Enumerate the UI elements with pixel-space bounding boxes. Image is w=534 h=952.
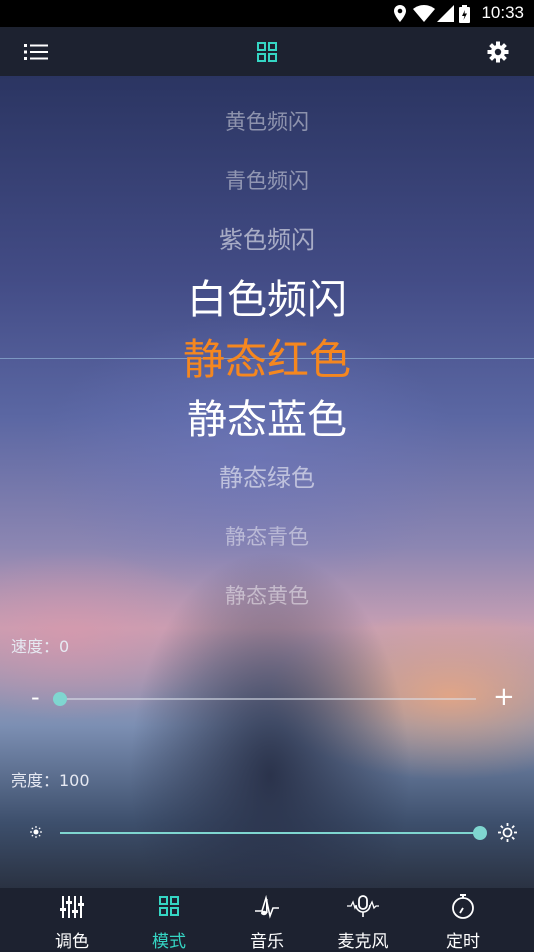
nav-item-mode[interactable]: 模式	[124, 888, 214, 952]
nav-item-music[interactable]: 音乐	[222, 888, 312, 952]
picker-item[interactable]: 静态绿色	[0, 463, 534, 493]
picker-item[interactable]: 黄色频闪	[0, 109, 534, 135]
brightness-high-icon	[498, 823, 517, 842]
status-time: 10:33	[481, 3, 524, 22]
nav-item-color[interactable]: 调色	[27, 888, 117, 952]
speed-minus-button[interactable]: -	[31, 683, 40, 711]
speed-track	[60, 698, 476, 700]
nav-item-timer[interactable]: 定时	[418, 888, 508, 952]
mode-view-button[interactable]	[242, 27, 292, 76]
music-note-icon	[255, 894, 279, 919]
nav-label-color: 调色	[55, 932, 89, 952]
picker-item[interactable]: 静态蓝色	[0, 395, 534, 445]
picker-item[interactable]: 紫色频闪	[0, 225, 534, 255]
timer-icon	[452, 894, 474, 919]
status-bar: 10:33	[0, 0, 534, 27]
grid-icon	[159, 896, 179, 916]
nav-label-timer: 定时	[446, 932, 480, 952]
brightness-thumb[interactable]	[473, 826, 487, 840]
brightness-label: 亮度：100	[11, 771, 90, 790]
speed-plus-button[interactable]: +	[493, 682, 515, 712]
battery-icon	[459, 5, 470, 23]
picker-item[interactable]: 静态黄色	[0, 583, 534, 609]
menu-button[interactable]	[11, 27, 61, 76]
signal-icon	[437, 5, 454, 22]
picker-item-selected[interactable]: 静态红色	[0, 334, 534, 387]
speed-label: 速度：0	[11, 637, 70, 656]
wifi-icon	[413, 5, 435, 22]
picker-item[interactable]: 白色频闪	[0, 275, 534, 325]
brightness-fill	[60, 832, 480, 834]
nav-label-mode: 模式	[152, 932, 186, 952]
brightness-slider[interactable]	[0, 813, 534, 853]
sliders-icon	[60, 896, 84, 918]
main-panel: 黄色频闪青色频闪紫色频闪白色频闪静态红色静态蓝色静态绿色静态青色静态黄色 速度：…	[0, 76, 534, 888]
brightness-low-icon	[30, 826, 42, 838]
settings-button[interactable]	[473, 27, 523, 76]
speed-slider[interactable]: - +	[0, 679, 534, 719]
bottom-nav: 调色 模式 音乐 麦克风 定时	[0, 888, 534, 952]
microphone-icon	[347, 895, 379, 917]
top-toolbar	[0, 27, 534, 76]
picker-item[interactable]: 静态青色	[0, 524, 534, 550]
gear-icon	[487, 41, 509, 62]
nav-label-music: 音乐	[250, 932, 284, 952]
location-icon	[394, 5, 406, 22]
grid-icon	[257, 41, 277, 62]
picker-item[interactable]: 青色频闪	[0, 168, 534, 194]
speed-thumb[interactable]	[53, 692, 67, 706]
nav-item-microphone[interactable]: 麦克风	[318, 888, 408, 952]
nav-label-microphone: 麦克风	[337, 932, 389, 952]
list-icon	[24, 43, 48, 60]
